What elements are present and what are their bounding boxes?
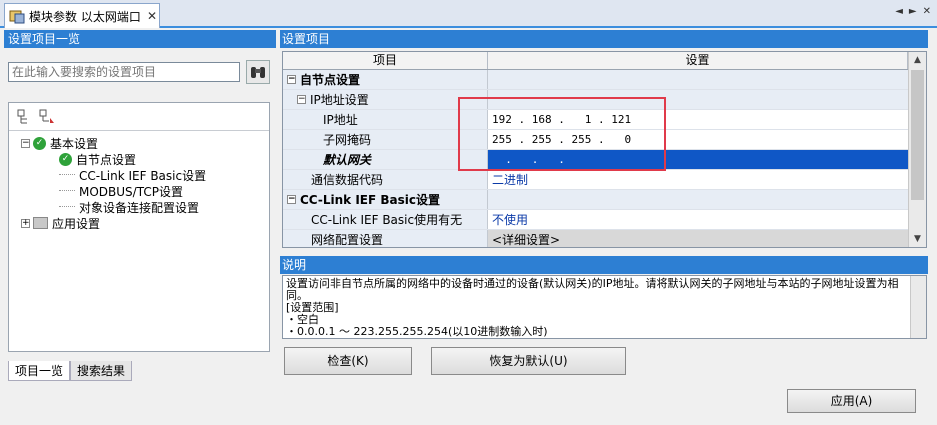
expand-all-icon[interactable] <box>17 109 33 125</box>
search-row <box>8 60 270 84</box>
description-scrollbar[interactable] <box>910 276 926 338</box>
tree-connector <box>59 183 75 191</box>
tree-item-label: 基本设置 <box>50 136 99 151</box>
search-button[interactable] <box>246 60 270 84</box>
grid-row-cclink-use[interactable]: CC-Link IEF Basic使用有无 不使用 <box>283 210 926 230</box>
check-button[interactable]: 检查(K) <box>284 347 412 375</box>
row-label: CC-Link IEF Basic使用有无 <box>311 213 463 227</box>
tree-item-modbus-tcp[interactable]: MODBUS/TCP设置 <box>9 183 269 199</box>
tree-item-application-settings[interactable]: + 应用设置 <box>9 215 269 231</box>
restore-default-button[interactable]: 恢复为默认(U) <box>431 347 626 375</box>
grid-scrollbar[interactable]: ▲ ▼ <box>908 52 926 247</box>
close-window-icon[interactable]: ✕ <box>923 6 931 17</box>
data-code-select[interactable]: 二进制 <box>488 170 908 189</box>
collapse-icon[interactable]: − <box>287 75 296 84</box>
folder-icon <box>33 217 48 229</box>
module-parameter-icon <box>9 8 25 24</box>
row-label: CC-Link IEF Basic设置 <box>300 193 440 207</box>
next-tab-icon[interactable]: ► <box>909 6 917 17</box>
settings-grid: 项目 设置 − 自节点设置 − IP地址设置 IP地址 192 . 168 . … <box>282 51 927 248</box>
tree-item-label: 应用设置 <box>52 216 101 231</box>
row-value <box>488 190 908 209</box>
row-value <box>488 90 908 109</box>
scroll-down-icon[interactable]: ▼ <box>909 231 926 247</box>
collapse-icon[interactable]: − <box>287 195 296 204</box>
expand-icon[interactable]: + <box>21 218 30 228</box>
settings-tree: − ✓ 基本设置 ✓ 自节点设置 CC-Link IEF Basic设置 MOD… <box>9 131 269 231</box>
grid-header-row: 项目 设置 <box>283 52 926 70</box>
search-input[interactable] <box>8 62 240 82</box>
window-controls: ◄ ► ✕ <box>895 6 931 17</box>
tree-item-label: 自节点设置 <box>76 152 137 167</box>
prev-tab-icon[interactable]: ◄ <box>895 6 903 17</box>
grid-row-own-node[interactable]: − 自节点设置 <box>283 70 926 90</box>
tree-item-cclink-ief-basic[interactable]: CC-Link IEF Basic设置 <box>9 167 269 183</box>
collapse-icon[interactable]: − <box>21 138 30 148</box>
tree-item-own-node-settings[interactable]: ✓ 自节点设置 <box>9 151 269 167</box>
grid-row-subnet-mask[interactable]: 子网掩码 255 . 255 . 255 . 0 <box>283 130 926 150</box>
row-label: IP地址设置 <box>310 93 369 107</box>
grid-row-data-code[interactable]: 通信数据代码 二进制 <box>283 170 926 190</box>
tab-search-results[interactable]: 搜索结果 <box>70 361 133 381</box>
detail-settings-button[interactable]: <详细设置> <box>488 230 908 247</box>
grid-row-default-gateway[interactable]: 默认网关 . . . <box>283 150 926 170</box>
row-value <box>488 70 908 89</box>
tab-title: 模块参数 以太网端口 <box>29 9 141 24</box>
collapse-icon[interactable]: − <box>297 95 306 104</box>
column-header-setting: 设置 <box>488 52 908 69</box>
description-line: [设置范围] <box>286 301 339 314</box>
cclink-use-select[interactable]: 不使用 <box>488 210 908 229</box>
scroll-up-icon[interactable]: ▲ <box>909 52 926 68</box>
grid-row-network-config[interactable]: 网络配置设置 <详细设置> <box>283 230 926 247</box>
binoculars-icon <box>251 67 265 78</box>
tab-item-list[interactable]: 项目一览 <box>8 361 71 381</box>
tab-close-icon[interactable]: ✕ <box>145 9 159 23</box>
setting-items-list-header: 设置项目一览 <box>4 30 276 48</box>
checkmark-icon: ✓ <box>59 152 72 166</box>
document-tab[interactable]: 模块参数 以太网端口 ✕ <box>4 3 160 28</box>
grid-row-cclink-section[interactable]: − CC-Link IEF Basic设置 <box>283 190 926 210</box>
tree-item-device-connection[interactable]: 对象设备连接配置设置 <box>9 199 269 215</box>
tree-connector <box>59 199 75 207</box>
apply-button[interactable]: 应用(A) <box>787 389 916 413</box>
description-line: 设置访问非自节点所属的网络中的设备时通过的设备(默认网关)的IP地址。请将默认网… <box>286 277 899 302</box>
description-header: 说明 <box>280 256 928 274</box>
collapse-all-icon[interactable] <box>39 109 55 125</box>
scroll-thumb[interactable] <box>911 70 924 200</box>
settings-tree-panel: − ✓ 基本设置 ✓ 自节点设置 CC-Link IEF Basic设置 MOD… <box>8 102 270 352</box>
column-header-item: 项目 <box>283 52 488 69</box>
row-label: 通信数据代码 <box>311 173 384 187</box>
row-label: IP地址 <box>323 113 358 127</box>
description-line: ・0.0.0.1 ～ 223.255.255.254(以10进制数输入时) <box>286 325 548 338</box>
grid-row-ip-address[interactable]: IP地址 192 . 168 . 1 . 121 <box>283 110 926 130</box>
grid-row-ip-address-settings[interactable]: − IP地址设置 <box>283 90 926 110</box>
tree-item-label: CC-Link IEF Basic设置 <box>79 168 207 183</box>
checkmark-icon: ✓ <box>33 136 46 150</box>
tree-connector <box>59 167 75 175</box>
tree-item-label: MODBUS/TCP设置 <box>79 184 183 199</box>
subnet-mask-field[interactable]: 255 . 255 . 255 . 0 <box>488 130 908 149</box>
tree-item-label: 对象设备连接配置设置 <box>79 200 200 215</box>
row-label: 子网掩码 <box>323 133 372 147</box>
setting-items-header: 设置项目 <box>280 30 928 48</box>
row-label: 默认网关 <box>323 153 372 167</box>
tree-item-basic-settings[interactable]: − ✓ 基本设置 <box>9 135 269 151</box>
row-label: 网络配置设置 <box>311 233 384 247</box>
row-label: 自节点设置 <box>300 73 361 87</box>
tree-toolbar <box>9 103 269 131</box>
left-bottom-tabs: 项目一览 搜索结果 <box>8 361 270 381</box>
description-panel: 设置访问非自节点所属的网络中的设备时通过的设备(默认网关)的IP地址。请将默认网… <box>282 275 927 339</box>
ip-address-field[interactable]: 192 . 168 . 1 . 121 <box>488 110 908 129</box>
default-gateway-field[interactable]: . . . <box>488 150 908 169</box>
tab-strip: 模块参数 以太网端口 ✕ ◄ ► ✕ <box>0 0 937 28</box>
